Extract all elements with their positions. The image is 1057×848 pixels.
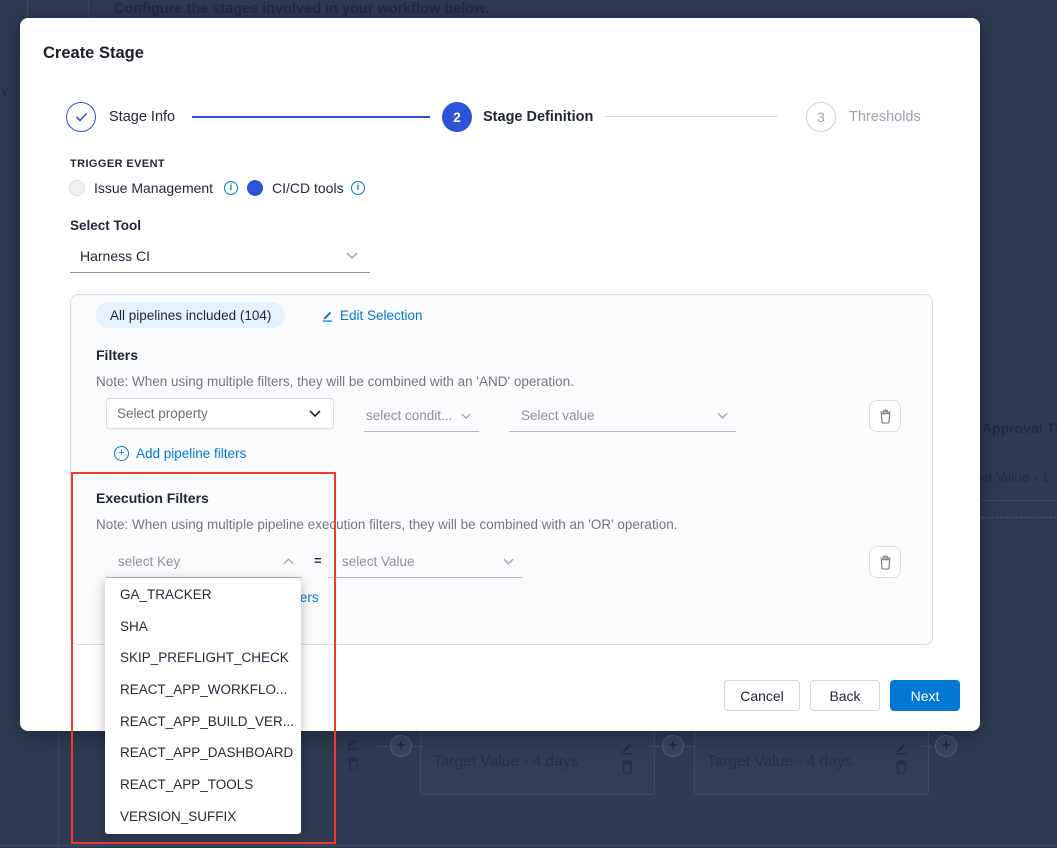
- dropdown-option[interactable]: REACT_APP_BUILD_VER...: [105, 706, 301, 738]
- execution-filters-note: Note: When using multiple pipeline execu…: [96, 517, 677, 532]
- background-divider: [88, 0, 89, 18]
- dropdown-option[interactable]: GA_TRACKER: [105, 579, 301, 611]
- filter-condition-select[interactable]: select condit...: [364, 400, 479, 432]
- modal-title: Create Stage: [43, 44, 144, 63]
- check-icon: [75, 112, 88, 122]
- add-stage-button: [935, 735, 957, 757]
- info-icon[interactable]: [351, 181, 365, 195]
- trash-icon: [347, 756, 360, 771]
- chevron-down-icon: [503, 558, 514, 565]
- target-value-label: Target Value - 4 days: [433, 753, 578, 771]
- radio-cicd-tools-label[interactable]: CI/CD tools: [272, 180, 344, 196]
- tool-select[interactable]: Harness CI: [70, 239, 370, 273]
- background-divider: [58, 731, 59, 848]
- edit-icon: [894, 741, 908, 755]
- dropdown-option[interactable]: REACT_APP_TOOLS: [105, 769, 301, 801]
- background-divider: [981, 500, 1057, 501]
- execution-key-dropdown: GA_TRACKERSHASKIP_PREFLIGHT_CHECKREACT_A…: [105, 578, 301, 834]
- select-tool-label: Select Tool: [70, 218, 141, 233]
- add-pipeline-filters-link[interactable]: Add pipeline filters: [114, 446, 246, 461]
- add-pipeline-filters-label: Add pipeline filters: [136, 446, 246, 461]
- dropdown-option[interactable]: REACT_APP_DASHBOARD: [105, 737, 301, 769]
- background-dashed-connector: [377, 746, 387, 747]
- back-button[interactable]: Back: [810, 680, 880, 711]
- step-stage-definition-label: Stage Definition: [483, 109, 593, 125]
- filter-property-select[interactable]: Select property: [106, 398, 334, 429]
- radio-cicd-tools[interactable]: [247, 180, 263, 196]
- edit-icon: [620, 741, 634, 755]
- filter-value-placeholder: Select value: [521, 408, 717, 423]
- filter-condition-placeholder: select condit...: [366, 408, 461, 423]
- filter-value-select[interactable]: Select value: [509, 400, 736, 432]
- step-number: 2: [453, 110, 461, 125]
- chevron-up-icon: [283, 558, 294, 565]
- delete-filter-button[interactable]: [869, 400, 901, 432]
- background-column-header: Approval Ti: [982, 420, 1057, 436]
- background-divider: [27, 0, 28, 18]
- step-thresholds-label: Thresholds: [849, 109, 921, 125]
- pipelines-included-chip: All pipelines included (104): [96, 302, 285, 328]
- delete-execution-filter-button[interactable]: [869, 546, 901, 578]
- chevron-down-icon: [309, 410, 321, 417]
- step-number: 3: [817, 110, 825, 125]
- filters-heading: Filters: [96, 347, 138, 363]
- target-value-label: Target Value - 4 days: [707, 753, 852, 771]
- trash-icon: [621, 759, 634, 774]
- edit-selection-link[interactable]: Edit Selection: [321, 302, 423, 328]
- info-icon[interactable]: [224, 181, 238, 195]
- step-stage-info-indicator[interactable]: [66, 102, 96, 132]
- step-stage-definition-indicator[interactable]: 2: [442, 102, 472, 132]
- background-stage-card: Target Value - 4 days: [420, 728, 655, 795]
- radio-issue-management[interactable]: [69, 180, 85, 196]
- background-page-subtitle: Configure the stages involved in your wo…: [114, 1, 489, 17]
- step-thresholds-indicator[interactable]: 3: [806, 102, 836, 132]
- dropdown-option[interactable]: SKIP_PREFLIGHT_CHECK: [105, 642, 301, 674]
- background-divider: [0, 845, 1057, 846]
- dropdown-option[interactable]: REACT_APP_WORKFLO...: [105, 674, 301, 706]
- filters-note: Note: When using multiple filters, they …: [96, 374, 574, 389]
- stepper-connector: [605, 116, 778, 117]
- trash-icon: [879, 555, 892, 570]
- trash-icon: [879, 409, 892, 424]
- execution-value-select[interactable]: select Value: [328, 546, 522, 578]
- execution-value-placeholder: select Value: [342, 554, 503, 569]
- background-dashed-divider: [981, 517, 1057, 518]
- edit-icon: [345, 736, 359, 750]
- chevron-down-icon: [346, 252, 358, 259]
- execution-filters-heading: Execution Filters: [96, 490, 209, 506]
- add-stage-button: [662, 735, 684, 757]
- stepper-connector: [192, 116, 430, 118]
- background-target-value-text: et Value - 1: [981, 470, 1049, 485]
- add-stage-button: [390, 735, 412, 757]
- plus-circle-icon: [114, 446, 129, 461]
- background-dashed-connector: [922, 746, 932, 747]
- background-stage-card: Target Value - 4 days: [694, 728, 929, 795]
- dropdown-option[interactable]: SHA: [105, 611, 301, 643]
- next-button[interactable]: Next: [890, 680, 960, 711]
- edit-icon: [321, 309, 334, 322]
- edit-selection-label: Edit Selection: [340, 308, 423, 323]
- background-sidebar-text: Y: [1, 87, 8, 99]
- trash-icon: [895, 759, 908, 774]
- radio-issue-management-label[interactable]: Issue Management: [94, 180, 213, 196]
- filter-property-placeholder: Select property: [117, 406, 309, 421]
- step-stage-info-label: Stage Info: [109, 109, 175, 125]
- chevron-down-icon: [717, 412, 728, 419]
- trigger-event-label: TRIGGER EVENT: [70, 158, 165, 170]
- equals-operator: =: [314, 553, 322, 568]
- chevron-down-icon: [461, 413, 471, 419]
- cancel-button[interactable]: Cancel: [724, 680, 800, 711]
- execution-key-placeholder: select Key: [118, 554, 283, 569]
- dropdown-option[interactable]: VERSION_SUFFIX: [105, 801, 301, 833]
- tool-select-value: Harness CI: [80, 248, 346, 264]
- background-dashed-connector: [650, 746, 660, 747]
- execution-key-select[interactable]: select Key: [106, 546, 302, 578]
